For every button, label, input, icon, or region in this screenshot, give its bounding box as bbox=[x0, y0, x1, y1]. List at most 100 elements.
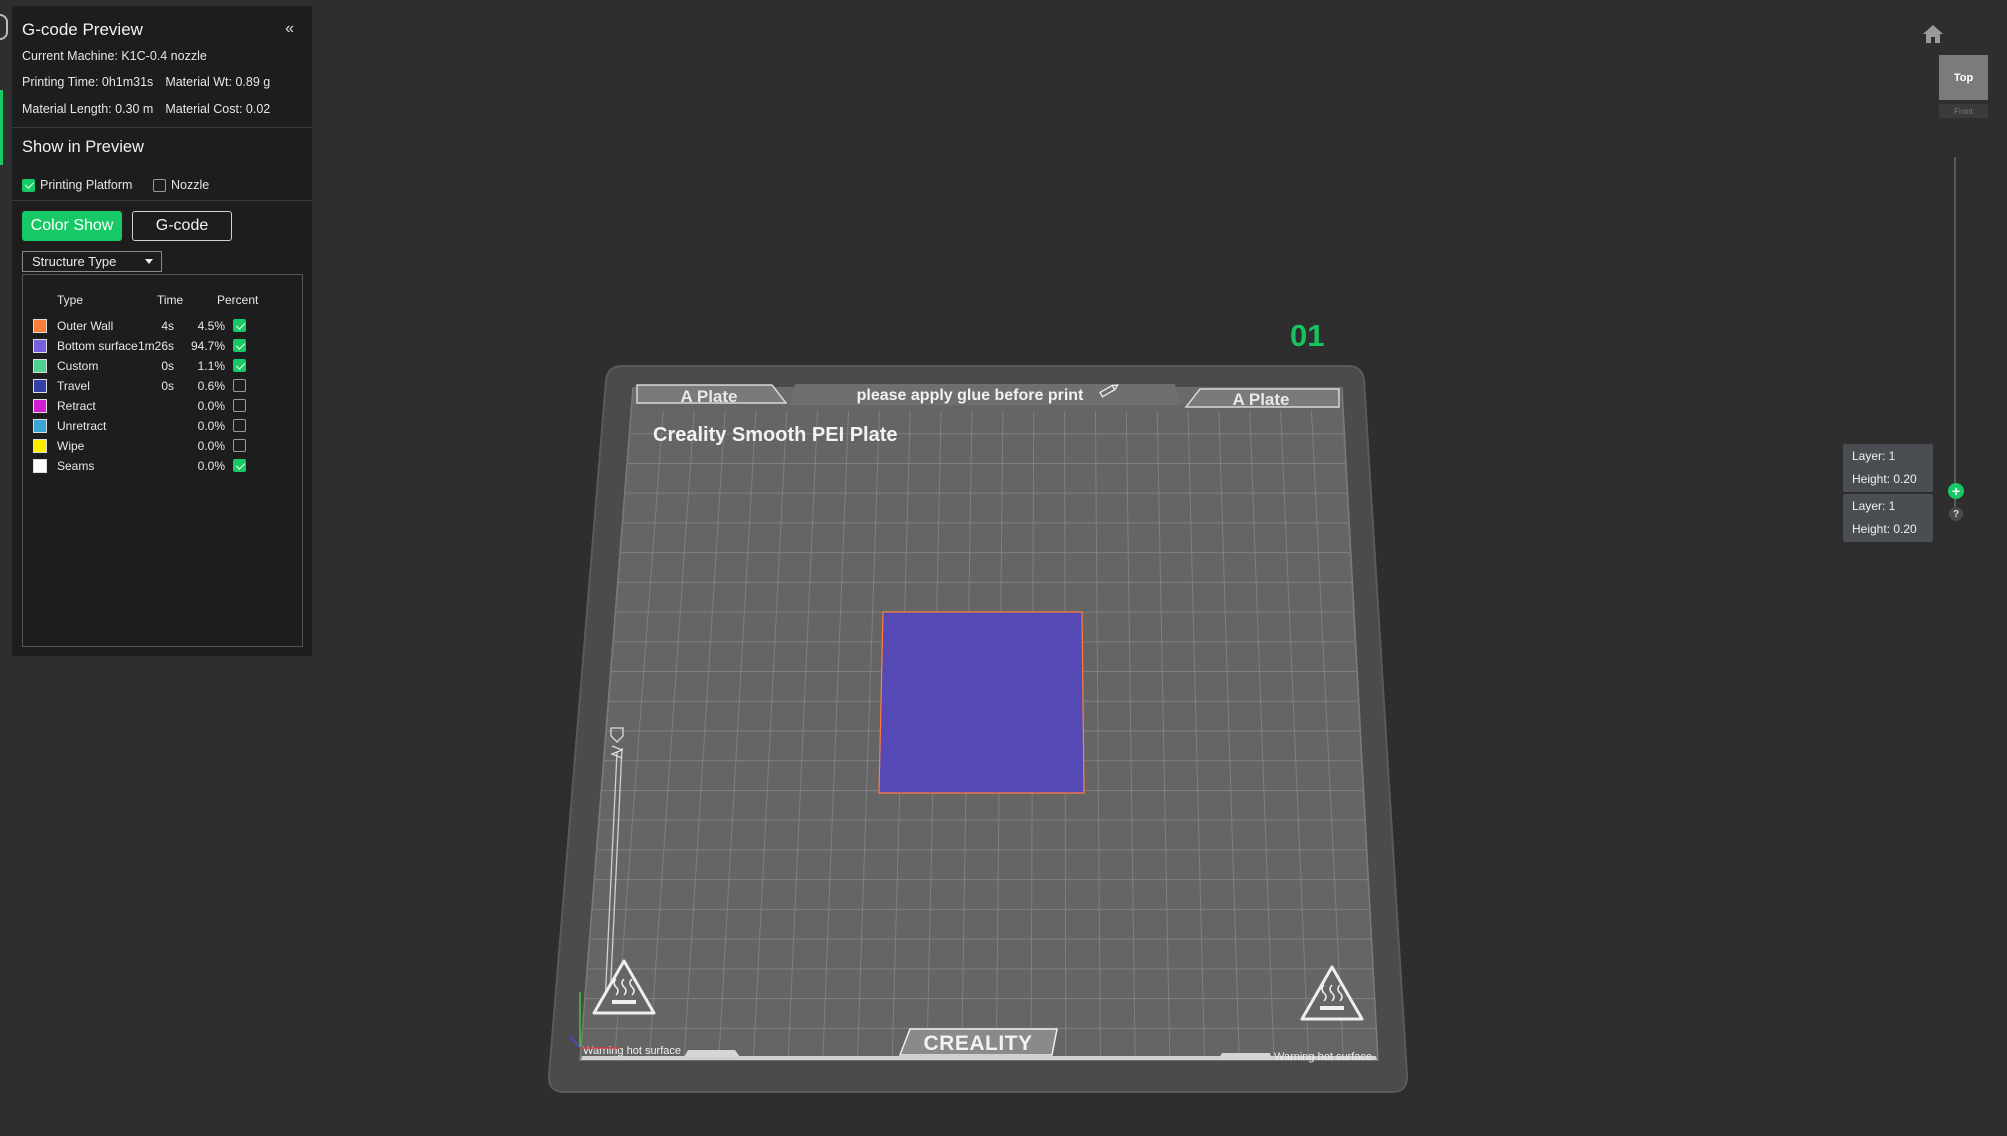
structure-table: Type Time Percent Outer Wall 4s 4.5% Bottom… bbox=[22, 274, 303, 647]
color-swatch[interactable] bbox=[33, 319, 47, 333]
collapse-panel-icon[interactable]: « bbox=[285, 20, 294, 38]
type-percent: 0.6% bbox=[197, 379, 225, 393]
color-swatch[interactable] bbox=[33, 459, 47, 473]
home-icon[interactable] bbox=[1922, 24, 1944, 44]
color-show-button[interactable]: Color Show bbox=[22, 211, 122, 241]
pencil-icon bbox=[1099, 384, 1119, 398]
material-length: Material Length: 0.30 m bbox=[22, 102, 154, 116]
visibility-checkbox[interactable] bbox=[233, 319, 246, 333]
type-percent: 0.0% bbox=[197, 439, 225, 453]
structure-type-select[interactable]: Structure Type bbox=[22, 251, 162, 272]
visibility-checkbox[interactable] bbox=[233, 439, 246, 453]
note-tab-shape bbox=[790, 384, 1180, 405]
grid-line bbox=[1064, 411, 1067, 1058]
right-plate-tab: A Plate bbox=[1232, 390, 1289, 409]
printing-time: Printing Time: 0h1m31s bbox=[22, 75, 154, 89]
gcode-button[interactable]: G-code bbox=[132, 211, 232, 241]
grid-line bbox=[1125, 411, 1136, 1058]
grid-line bbox=[995, 411, 1004, 1058]
view-cube-front[interactable]: Front bbox=[1939, 104, 1988, 118]
grid-line bbox=[926, 411, 942, 1058]
divider bbox=[12, 127, 312, 128]
nozzle-label: Nozzle bbox=[171, 178, 210, 192]
visibility-checkbox[interactable] bbox=[233, 339, 246, 353]
color-swatch[interactable] bbox=[33, 339, 47, 353]
type-percent: 0.0% bbox=[197, 459, 225, 473]
printed-part bbox=[878, 611, 1085, 794]
grid-line bbox=[1341, 411, 1378, 1058]
layer-slider-track[interactable] bbox=[1954, 157, 1956, 507]
table-row: Travel 0s 0.6% bbox=[23, 377, 304, 395]
panel-title: G-code Preview bbox=[22, 20, 143, 39]
brand-plaque bbox=[898, 1028, 1058, 1056]
type-percent: 4.5% bbox=[197, 319, 225, 333]
brand-logo: CREALITY bbox=[924, 1032, 1033, 1055]
visibility-checkbox[interactable] bbox=[233, 359, 246, 373]
table-row: Bottom surface 1m26s 94.7% bbox=[23, 337, 304, 355]
left-plate-tab: A Plate bbox=[680, 387, 737, 406]
grid-line bbox=[718, 411, 757, 1058]
dropdown-caret-icon bbox=[145, 259, 153, 264]
type-time: 4s bbox=[161, 319, 174, 333]
visibility-checkbox[interactable] bbox=[233, 419, 246, 433]
bottom-strip bbox=[581, 1056, 1377, 1060]
table-row: Custom 0s 1.1% bbox=[23, 357, 304, 375]
table-row: Retract 0.0% bbox=[23, 397, 304, 415]
sidebar-toggle-handle[interactable] bbox=[0, 14, 8, 40]
color-swatch[interactable] bbox=[33, 439, 47, 453]
upper-height: Height: 0.20 bbox=[1852, 472, 1917, 486]
plate-number: 01 bbox=[1290, 318, 1325, 353]
warning-text-left: Warning hot surface bbox=[583, 1045, 681, 1057]
left-plate-tab-shape bbox=[636, 384, 788, 404]
print-stats-row-1: Printing Time: 0h1m31s Material Wt: 0.89 … bbox=[22, 75, 270, 89]
col-header-percent: Percent bbox=[217, 293, 259, 307]
grid-line bbox=[1218, 411, 1240, 1058]
grid-line bbox=[857, 411, 881, 1058]
current-machine: Current Machine: K1C-0.4 nozzle bbox=[22, 49, 207, 63]
add-layer-icon[interactable]: + bbox=[1948, 483, 1964, 499]
color-swatch[interactable] bbox=[33, 399, 47, 413]
color-swatch[interactable] bbox=[33, 419, 47, 433]
visibility-checkbox[interactable] bbox=[233, 399, 246, 413]
plate-surface bbox=[579, 387, 1379, 1061]
col-header-time: Time bbox=[157, 293, 184, 307]
type-percent: 94.7% bbox=[190, 339, 225, 353]
show-in-preview-title: Show in Preview bbox=[22, 138, 144, 156]
color-swatch[interactable] bbox=[33, 379, 47, 393]
table-row: Outer Wall 4s 4.5% bbox=[23, 317, 304, 335]
nozzle-checkbox[interactable] bbox=[153, 178, 166, 192]
grid-line bbox=[580, 411, 634, 1058]
type-name: Seams bbox=[57, 459, 95, 473]
type-name: Outer Wall bbox=[57, 319, 114, 333]
type-percent: 0.0% bbox=[197, 419, 225, 433]
print-stats-row-2: Material Length: 0.30 m Material Cost: 0.… bbox=[22, 102, 270, 116]
type-name: Retract bbox=[57, 399, 96, 413]
type-time: 0s bbox=[161, 379, 174, 393]
material-weight: Material Wt: 0.89 g bbox=[165, 75, 271, 89]
grid-line bbox=[752, 411, 788, 1058]
type-name: Wipe bbox=[57, 439, 85, 453]
plate-top-strip bbox=[633, 388, 1342, 404]
grid-line bbox=[1249, 411, 1275, 1058]
upper-layer: Layer: 1 bbox=[1852, 449, 1896, 463]
grid-line bbox=[683, 411, 726, 1058]
visibility-checkbox[interactable] bbox=[233, 459, 246, 473]
bottom-right-lip bbox=[1218, 1053, 1272, 1060]
printing-platform-toggle[interactable]: Printing Platform bbox=[22, 178, 132, 192]
hot-surface-warning-icon-right bbox=[1300, 965, 1364, 1021]
nozzle-toggle[interactable]: Nozzle bbox=[153, 178, 209, 192]
type-time: 0s bbox=[161, 359, 174, 373]
grid-line bbox=[614, 411, 665, 1058]
table-row: Wipe 0.0% bbox=[23, 437, 304, 455]
grid-line bbox=[1187, 411, 1206, 1058]
color-swatch[interactable] bbox=[33, 359, 47, 373]
visibility-checkbox[interactable] bbox=[233, 379, 246, 393]
type-name: Custom bbox=[57, 359, 99, 373]
grid-line bbox=[961, 411, 973, 1058]
help-icon[interactable]: ? bbox=[1949, 507, 1963, 521]
plate-name: Creality Smooth PEI Plate bbox=[653, 424, 898, 446]
printing-platform-checkbox[interactable] bbox=[22, 178, 35, 192]
axis-indicator-icon bbox=[569, 992, 620, 1049]
panel-accent-strip bbox=[0, 90, 3, 165]
view-cube-top[interactable]: Top bbox=[1939, 55, 1988, 100]
